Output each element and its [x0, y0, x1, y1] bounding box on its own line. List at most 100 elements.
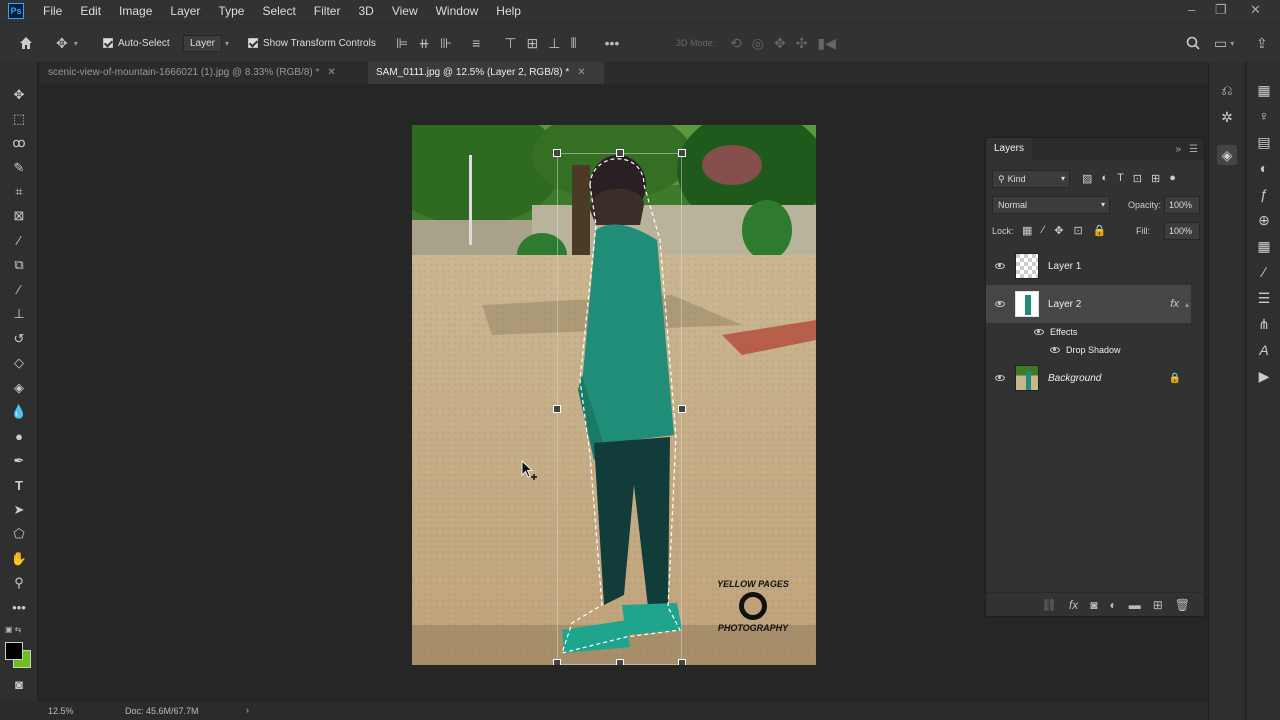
history-brush-tool-icon[interactable]: ↺	[8, 328, 30, 350]
search-icon[interactable]	[1186, 23, 1200, 63]
actions-play-icon[interactable]: ▶	[1254, 366, 1274, 386]
styles-icon[interactable]: ƒ	[1254, 184, 1274, 204]
workspace-icon[interactable]: ▭ ▾	[1214, 23, 1234, 63]
add-style-icon[interactable]: fx	[1069, 598, 1078, 612]
fill-input[interactable]: 100%	[1164, 222, 1200, 240]
effects-eye-icon[interactable]	[1034, 329, 1044, 335]
frame-tool-icon[interactable]: ⊠	[8, 205, 30, 227]
panel-menu-icon[interactable]: ☰	[1189, 144, 1198, 155]
shape-filter-icon[interactable]: ⊡	[1133, 172, 1142, 185]
properties-icon[interactable]: ☰	[1254, 288, 1274, 308]
share-icon[interactable]: ⇪	[1256, 23, 1268, 63]
brushes-icon[interactable]: ⋔	[1254, 314, 1274, 334]
more-icon[interactable]: •••	[605, 35, 620, 51]
transform-handle[interactable]	[678, 659, 686, 665]
hand-tool-icon[interactable]: ✋	[8, 548, 30, 570]
document-canvas[interactable]: YELLOW PAGES PHOTOGRAPHY	[412, 125, 816, 665]
menu-filter[interactable]: Filter	[305, 0, 350, 22]
3d-orbit-icon[interactable]: ⟲	[730, 35, 742, 52]
link-layers-icon[interactable]: ⛓	[1042, 598, 1057, 612]
menu-layer[interactable]: Layer	[161, 0, 209, 22]
add-mask-icon[interactable]: ◙	[1090, 598, 1097, 612]
drop-shadow-row[interactable]: Drop Shadow	[986, 341, 1191, 359]
home-icon[interactable]	[18, 23, 34, 63]
brush-tool-icon[interactable]: ∕	[8, 279, 30, 301]
tab-sam-0111[interactable]: SAM_0111.jpg @ 12.5% (Layer 2, RGB/8) * ✕	[368, 62, 604, 84]
brush-settings-icon[interactable]: ∕	[1254, 262, 1274, 282]
layer-row-background[interactable]: Background 🔒	[986, 359, 1191, 397]
character-icon[interactable]: A	[1254, 340, 1274, 360]
eyedropper-tool-icon[interactable]: ⁄	[8, 230, 30, 252]
menu-edit[interactable]: Edit	[71, 0, 110, 22]
align-middle-icon[interactable]: ⊞	[527, 35, 539, 52]
lock-image-icon[interactable]: ∕	[1042, 224, 1044, 237]
3d-roll-icon[interactable]: ◎	[752, 35, 764, 52]
crop-tool-icon[interactable]: ⌗	[8, 181, 30, 203]
restore-icon[interactable]: ❐	[1215, 2, 1227, 18]
type-tool-icon[interactable]: T	[8, 475, 30, 497]
show-transform-checkbox[interactable]: Show Transform Controls	[248, 23, 376, 63]
menu-3d[interactable]: 3D	[349, 0, 382, 22]
new-adjustment-icon[interactable]: ◐	[1109, 598, 1116, 612]
transform-handle[interactable]	[616, 149, 624, 157]
auto-select-target-dropdown[interactable]: Layer ▾	[183, 23, 235, 63]
transform-bounding-box[interactable]	[557, 153, 682, 665]
transform-handle[interactable]	[553, 659, 561, 665]
align-top-icon[interactable]: ⊤	[504, 35, 516, 52]
filter-kind-dropdown[interactable]: ⚲ Kind ▾	[992, 170, 1070, 188]
3d-slide-icon[interactable]: ✣	[796, 35, 808, 52]
lock-transparent-icon[interactable]: ▦	[1022, 224, 1032, 237]
distribute-vertical-icon[interactable]: ⦀	[570, 35, 576, 52]
libraries-icon[interactable]: ▦	[1254, 80, 1274, 100]
default-colors-icon[interactable]: ▣ ⇆	[5, 625, 21, 634]
align-center-icon[interactable]: ⧺	[418, 35, 430, 52]
shape-tool-icon[interactable]: ⬠	[8, 523, 30, 545]
tab-scenic-view[interactable]: scenic-view-of-mountain-1666021 (1).jpg …	[40, 62, 365, 84]
transform-handle[interactable]	[616, 659, 624, 665]
blur-tool-icon[interactable]: 💧	[8, 401, 30, 423]
menu-view[interactable]: View	[383, 0, 427, 22]
paint-bucket-tool-icon[interactable]: ◈	[8, 377, 30, 399]
lock-position-icon[interactable]: ✥	[1054, 224, 1063, 237]
move-tool-icon[interactable]: ✥ ▾	[56, 23, 78, 63]
adjustments-icon[interactable]: ✲	[1217, 107, 1237, 127]
transform-handle[interactable]	[553, 405, 561, 413]
lock-all-icon[interactable]: 🔒	[1093, 224, 1107, 237]
delete-layer-icon[interactable]: 🗑	[1175, 598, 1190, 612]
opacity-input[interactable]: 100%	[1164, 196, 1200, 214]
3d-pan-icon[interactable]: ✥	[774, 35, 786, 52]
layer-row-layer-2[interactable]: Layer 2 fx ▴	[986, 285, 1191, 323]
collapse-icon[interactable]: »	[1175, 144, 1181, 155]
tab-layers[interactable]: Layers	[986, 138, 1033, 160]
align-right-icon[interactable]: ⊪	[440, 35, 452, 52]
lock-artboard-icon[interactable]: ⊡	[1073, 224, 1082, 237]
menu-image[interactable]: Image	[110, 0, 161, 22]
new-layer-icon[interactable]: ⊞	[1153, 598, 1163, 612]
collapse-effects-icon[interactable]: ▴	[1185, 300, 1189, 309]
lasso-tool-icon[interactable]: ꝏ	[8, 132, 30, 154]
learn-icon[interactable]: ♀	[1254, 106, 1274, 126]
transform-handle[interactable]	[678, 405, 686, 413]
close-tab-icon[interactable]: ✕	[577, 67, 585, 78]
blend-mode-dropdown[interactable]: Normal ▾	[992, 196, 1110, 214]
menu-type[interactable]: Type	[209, 0, 253, 22]
minimize-icon[interactable]: –	[1188, 2, 1195, 17]
dodge-tool-icon[interactable]: ●	[8, 426, 30, 448]
drop-shadow-eye-icon[interactable]	[1050, 347, 1060, 353]
distribute-icon[interactable]: ≡	[472, 35, 480, 51]
visibility-eye-icon[interactable]	[995, 263, 1005, 269]
smart-object-filter-icon[interactable]: ⊞	[1151, 172, 1160, 185]
menu-window[interactable]: Window	[427, 0, 488, 22]
marquee-tool-icon[interactable]: ⬚	[8, 108, 30, 130]
quick-select-tool-icon[interactable]: ✎	[8, 157, 30, 179]
adjustment-filter-icon[interactable]: ◐	[1101, 172, 1108, 185]
healing-brush-tool-icon[interactable]: ⧉	[8, 254, 30, 276]
zoom-tool-icon[interactable]: ⚲	[8, 572, 30, 594]
channels-icon[interactable]: ▤	[1254, 132, 1274, 152]
path-selection-tool-icon[interactable]: ➤	[8, 499, 30, 521]
auto-select-checkbox[interactable]: Auto-Select	[103, 23, 170, 63]
color-icon[interactable]: ◐	[1254, 158, 1274, 178]
close-icon[interactable]: ✕	[1250, 2, 1261, 18]
fx-icon[interactable]: fx	[1170, 298, 1179, 310]
filter-toggle-icon[interactable]: ●	[1169, 172, 1176, 185]
